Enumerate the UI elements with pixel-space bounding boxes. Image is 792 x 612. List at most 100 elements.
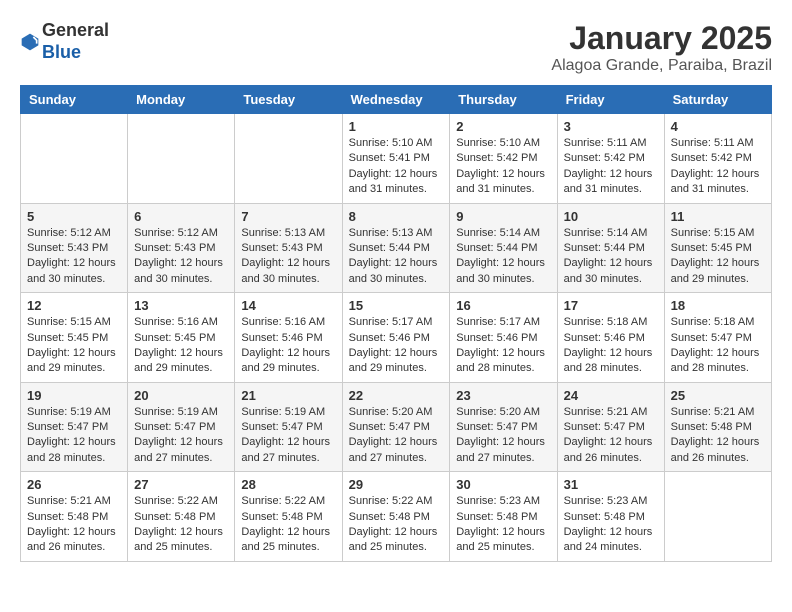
day-info: Sunrise: 5:10 AM Sunset: 5:42 PM Dayligh… [456,136,550,198]
calendar-cell: 23 Sunrise: 5:20 AM Sunset: 5:47 PM Dayli… [450,382,557,472]
day-info: Sunrise: 5:13 AM Sunset: 5:43 PM Dayligh… [241,226,335,288]
day-info: Sunrise: 5:16 AM Sunset: 5:45 PM Dayligh… [134,315,228,377]
day-number: 17 [564,298,658,313]
logo-blue-text: Blue [42,42,81,62]
day-info: Sunrise: 5:20 AM Sunset: 5:47 PM Dayligh… [456,405,550,467]
calendar-cell: 1 Sunrise: 5:10 AM Sunset: 5:41 PM Daylig… [342,114,450,204]
calendar-cell: 5 Sunrise: 5:12 AM Sunset: 5:43 PM Daylig… [21,203,128,293]
day-number: 29 [349,477,444,492]
weekday-header-saturday: Saturday [664,86,771,114]
calendar-table: SundayMondayTuesdayWednesdayThursdayFrid… [20,85,772,562]
day-info: Sunrise: 5:15 AM Sunset: 5:45 PM Dayligh… [671,226,765,288]
day-number: 24 [564,388,658,403]
day-info: Sunrise: 5:21 AM Sunset: 5:48 PM Dayligh… [27,494,121,556]
day-number: 9 [456,209,550,224]
logo-icon [20,32,40,52]
day-info: Sunrise: 5:18 AM Sunset: 5:46 PM Dayligh… [564,315,658,377]
calendar-cell: 25Sunrise: 5:21 AM Sunset: 5:48 PM Dayli… [664,382,771,472]
calendar-cell: 27Sunrise: 5:22 AM Sunset: 5:48 PM Dayli… [128,472,235,562]
weekday-header-thursday: Thursday [450,86,557,114]
day-number: 2 [456,119,550,134]
calendar-week-5: 26Sunrise: 5:21 AM Sunset: 5:48 PM Dayli… [21,472,772,562]
calendar-cell: 26Sunrise: 5:21 AM Sunset: 5:48 PM Dayli… [21,472,128,562]
calendar-cell: 20 Sunrise: 5:19 AM Sunset: 5:47 PM Dayli… [128,382,235,472]
day-number: 10 [564,209,658,224]
day-number: 22 [349,388,444,403]
day-number: 23 [456,388,550,403]
calendar-cell [235,114,342,204]
month-title: January 2025 [551,20,772,57]
day-number: 7 [241,209,335,224]
day-info: Sunrise: 5:19 AM Sunset: 5:47 PM Dayligh… [241,405,335,467]
calendar-cell: 2 Sunrise: 5:10 AM Sunset: 5:42 PM Daylig… [450,114,557,204]
day-number: 3 [564,119,658,134]
calendar-cell: 28Sunrise: 5:22 AM Sunset: 5:48 PM Dayli… [235,472,342,562]
day-info: Sunrise: 5:22 AM Sunset: 5:48 PM Dayligh… [349,494,444,556]
day-info: Sunrise: 5:19 AM Sunset: 5:47 PM Dayligh… [134,405,228,467]
day-info: Sunrise: 5:22 AM Sunset: 5:48 PM Dayligh… [241,494,335,556]
day-number: 27 [134,477,228,492]
calendar-cell: 21Sunrise: 5:19 AM Sunset: 5:47 PM Dayli… [235,382,342,472]
day-number: 18 [671,298,765,313]
weekday-header-friday: Friday [557,86,664,114]
day-info: Sunrise: 5:14 AM Sunset: 5:44 PM Dayligh… [456,226,550,288]
calendar-cell: 19 Sunrise: 5:19 AM Sunset: 5:47 PM Dayli… [21,382,128,472]
day-number: 16 [456,298,550,313]
day-number: 15 [349,298,444,313]
logo: General Blue [20,20,109,63]
calendar-cell: 14 Sunrise: 5:16 AM Sunset: 5:46 PM Dayli… [235,293,342,383]
day-info: Sunrise: 5:10 AM Sunset: 5:41 PM Dayligh… [349,136,444,198]
calendar-cell: 11 Sunrise: 5:15 AM Sunset: 5:45 PM Dayli… [664,203,771,293]
calendar-week-3: 12 Sunrise: 5:15 AM Sunset: 5:45 PM Dayli… [21,293,772,383]
day-number: 12 [27,298,121,313]
calendar-cell [128,114,235,204]
day-info: Sunrise: 5:23 AM Sunset: 5:48 PM Dayligh… [456,494,550,556]
calendar-week-2: 5 Sunrise: 5:12 AM Sunset: 5:43 PM Daylig… [21,203,772,293]
day-info: Sunrise: 5:19 AM Sunset: 5:47 PM Dayligh… [27,405,121,467]
day-info: Sunrise: 5:15 AM Sunset: 5:45 PM Dayligh… [27,315,121,377]
logo-general-text: General [42,20,109,40]
title-area: January 2025 Alagoa Grande, Paraiba, Bra… [551,20,772,75]
calendar-week-1: 1 Sunrise: 5:10 AM Sunset: 5:41 PM Daylig… [21,114,772,204]
day-info: Sunrise: 5:21 AM Sunset: 5:47 PM Dayligh… [564,405,658,467]
day-info: Sunrise: 5:18 AM Sunset: 5:47 PM Dayligh… [671,315,765,377]
calendar-cell: 24 Sunrise: 5:21 AM Sunset: 5:47 PM Dayli… [557,382,664,472]
calendar-cell [21,114,128,204]
day-number: 14 [241,298,335,313]
day-info: Sunrise: 5:11 AM Sunset: 5:42 PM Dayligh… [671,136,765,198]
day-info: Sunrise: 5:12 AM Sunset: 5:43 PM Dayligh… [134,226,228,288]
calendar-cell: 8 Sunrise: 5:13 AM Sunset: 5:44 PM Daylig… [342,203,450,293]
day-info: Sunrise: 5:14 AM Sunset: 5:44 PM Dayligh… [564,226,658,288]
calendar-cell: 4 Sunrise: 5:11 AM Sunset: 5:42 PM Daylig… [664,114,771,204]
day-number: 13 [134,298,228,313]
calendar-cell: 10 Sunrise: 5:14 AM Sunset: 5:44 PM Dayli… [557,203,664,293]
day-number: 11 [671,209,765,224]
day-number: 5 [27,209,121,224]
day-number: 19 [27,388,121,403]
day-info: Sunrise: 5:16 AM Sunset: 5:46 PM Dayligh… [241,315,335,377]
calendar-cell: 3Sunrise: 5:11 AM Sunset: 5:42 PM Daylig… [557,114,664,204]
calendar-cell [664,472,771,562]
day-info: Sunrise: 5:17 AM Sunset: 5:46 PM Dayligh… [349,315,444,377]
day-number: 8 [349,209,444,224]
calendar-cell: 6Sunrise: 5:12 AM Sunset: 5:43 PM Daylig… [128,203,235,293]
calendar-cell: 15 Sunrise: 5:17 AM Sunset: 5:46 PM Dayli… [342,293,450,383]
day-info: Sunrise: 5:21 AM Sunset: 5:48 PM Dayligh… [671,405,765,467]
day-info: Sunrise: 5:13 AM Sunset: 5:44 PM Dayligh… [349,226,444,288]
day-number: 31 [564,477,658,492]
day-number: 1 [349,119,444,134]
day-number: 4 [671,119,765,134]
calendar-cell: 17 Sunrise: 5:18 AM Sunset: 5:46 PM Dayli… [557,293,664,383]
calendar-cell: 9 Sunrise: 5:14 AM Sunset: 5:44 PM Daylig… [450,203,557,293]
weekday-header-row: SundayMondayTuesdayWednesdayThursdayFrid… [21,86,772,114]
calendar-cell: 18 Sunrise: 5:18 AM Sunset: 5:47 PM Dayli… [664,293,771,383]
calendar-cell: 7 Sunrise: 5:13 AM Sunset: 5:43 PM Daylig… [235,203,342,293]
weekday-header-wednesday: Wednesday [342,86,450,114]
calendar-cell: 12 Sunrise: 5:15 AM Sunset: 5:45 PM Dayli… [21,293,128,383]
day-info: Sunrise: 5:12 AM Sunset: 5:43 PM Dayligh… [27,226,121,288]
day-number: 30 [456,477,550,492]
calendar-body: 1 Sunrise: 5:10 AM Sunset: 5:41 PM Daylig… [21,114,772,562]
calendar-cell: 29 Sunrise: 5:22 AM Sunset: 5:48 PM Dayli… [342,472,450,562]
day-number: 20 [134,388,228,403]
calendar-cell: 30 Sunrise: 5:23 AM Sunset: 5:48 PM Dayli… [450,472,557,562]
